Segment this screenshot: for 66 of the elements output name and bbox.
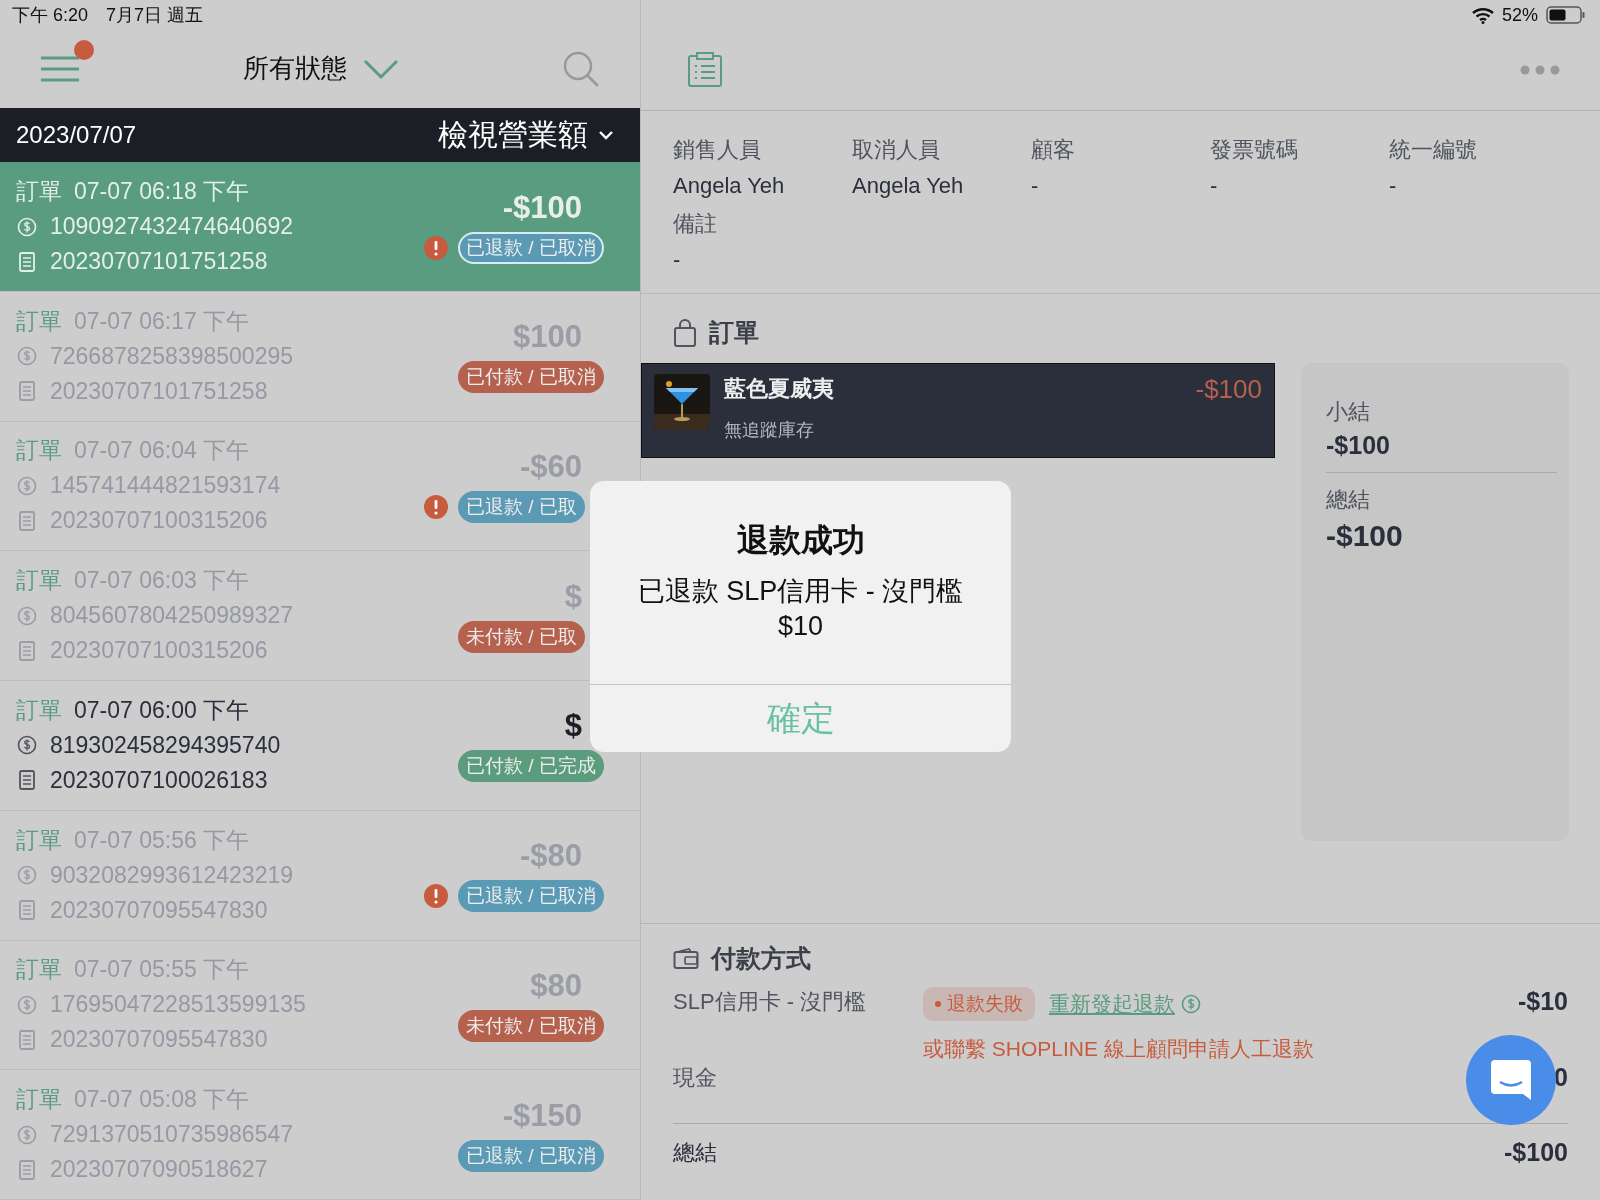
refund-failed-badge: 退款失敗 bbox=[923, 987, 1035, 1021]
order-item[interactable]: 藍色夏威夷 無追蹤庫存 -$100 bbox=[641, 363, 1275, 458]
total-label: 總結 bbox=[673, 1139, 717, 1167]
item-note: 無追蹤庫存 bbox=[724, 419, 815, 442]
confirm-button[interactable]: 確定 bbox=[590, 684, 1011, 752]
date-label: 2023/07/07 bbox=[16, 121, 137, 150]
revenue-button[interactable]: 檢視營業額 bbox=[432, 113, 620, 157]
field-label: 發票號碼 bbox=[1210, 136, 1299, 164]
field-label: 顧客 bbox=[1031, 136, 1076, 164]
order-time: 07-07 06:00 下午 bbox=[74, 695, 250, 725]
status-badge: 已付款 / 已完成 bbox=[458, 750, 604, 783]
field-value: - bbox=[673, 247, 682, 273]
dialog-title: 退款成功 bbox=[735, 521, 866, 560]
battery-percent: 52% bbox=[1501, 4, 1538, 26]
payment-id: 1090927432474640692 bbox=[50, 213, 294, 240]
order-label: 訂單 bbox=[16, 825, 62, 855]
field-value: - bbox=[1389, 173, 1398, 199]
field-value: - bbox=[1210, 173, 1219, 199]
order-row[interactable]: 訂單 07-07 06:18 下午 1090927432474640692 20230707101751258 -$100 已退款 / 已取消 bbox=[0, 162, 640, 292]
payment-method: SLP信用卡 - 沒門檻 bbox=[673, 988, 868, 1016]
summary-value: -$100 bbox=[1326, 519, 1404, 553]
item-name: 藍色夏威夷 bbox=[724, 375, 834, 403]
order-label: 訂單 bbox=[16, 1085, 62, 1115]
section-title: 訂單 bbox=[709, 317, 759, 348]
retry-refund-link[interactable]: 重新發起退款 bbox=[1049, 990, 1201, 1018]
field-value: - bbox=[1031, 173, 1040, 199]
order-label: 訂單 bbox=[16, 177, 62, 206]
summary-value: -$100 bbox=[1326, 431, 1391, 460]
refund-note: 或聯繫 SHOPLINE 線上顧問申請人工退款 bbox=[923, 1036, 1314, 1062]
status-date: 7月7日 週五 bbox=[106, 3, 204, 27]
status-badge: 已退款 / 已取 bbox=[458, 490, 585, 523]
order-label: 訂單 bbox=[16, 955, 62, 985]
status-badge: 已退款 / 已取消 bbox=[458, 231, 604, 264]
summary-label: 小結 bbox=[1326, 398, 1371, 426]
field-value: Angela Yeh bbox=[852, 173, 965, 199]
order-label: 訂單 bbox=[16, 306, 62, 336]
section-title: 付款方式 bbox=[711, 943, 811, 974]
field-value: Angela Yeh bbox=[673, 173, 786, 199]
status-badge: 未付款 / 已取消 bbox=[458, 1009, 604, 1042]
field-label: 統一編號 bbox=[1389, 136, 1478, 164]
payment-amount: 0 bbox=[1554, 1063, 1568, 1092]
order-label: 訂單 bbox=[16, 695, 62, 725]
summary-label: 總結 bbox=[1326, 486, 1371, 514]
order-amount: -$100 bbox=[501, 189, 583, 226]
order-amount: $ bbox=[563, 708, 583, 745]
dialog-amount: $10 bbox=[776, 611, 825, 642]
status-time: 下午 6:20 bbox=[12, 3, 89, 27]
status-filter[interactable]: 所有狀態 bbox=[237, 50, 405, 88]
field-label: 取消人員 bbox=[852, 136, 941, 164]
status-badge: 已付款 / 已取消 bbox=[458, 361, 604, 394]
order-amount: $ bbox=[563, 578, 583, 615]
item-amount: -$100 bbox=[1195, 374, 1262, 406]
order-label: 訂單 bbox=[16, 436, 62, 466]
payment-method: 現金 bbox=[673, 1064, 718, 1092]
total-amount: -$100 bbox=[1504, 1138, 1568, 1168]
status-badge: 已退款 / 已取消 bbox=[458, 880, 604, 913]
order-number: 20230707101751258 bbox=[50, 248, 268, 275]
order-time: 07-07 06:18 下午 bbox=[74, 177, 250, 206]
order-label: 訂單 bbox=[16, 566, 62, 596]
status-badge: 未付款 / 已取 bbox=[458, 620, 585, 653]
order-number: 20230707100026183 bbox=[50, 766, 268, 794]
status-badge: 已退款 / 已取消 bbox=[458, 1139, 604, 1172]
field-label: 銷售人員 bbox=[673, 136, 762, 164]
payment-amount: -$10 bbox=[1517, 987, 1568, 1016]
payment-id: 819302458294395740 bbox=[50, 731, 281, 759]
field-label: 備註 bbox=[673, 210, 718, 238]
